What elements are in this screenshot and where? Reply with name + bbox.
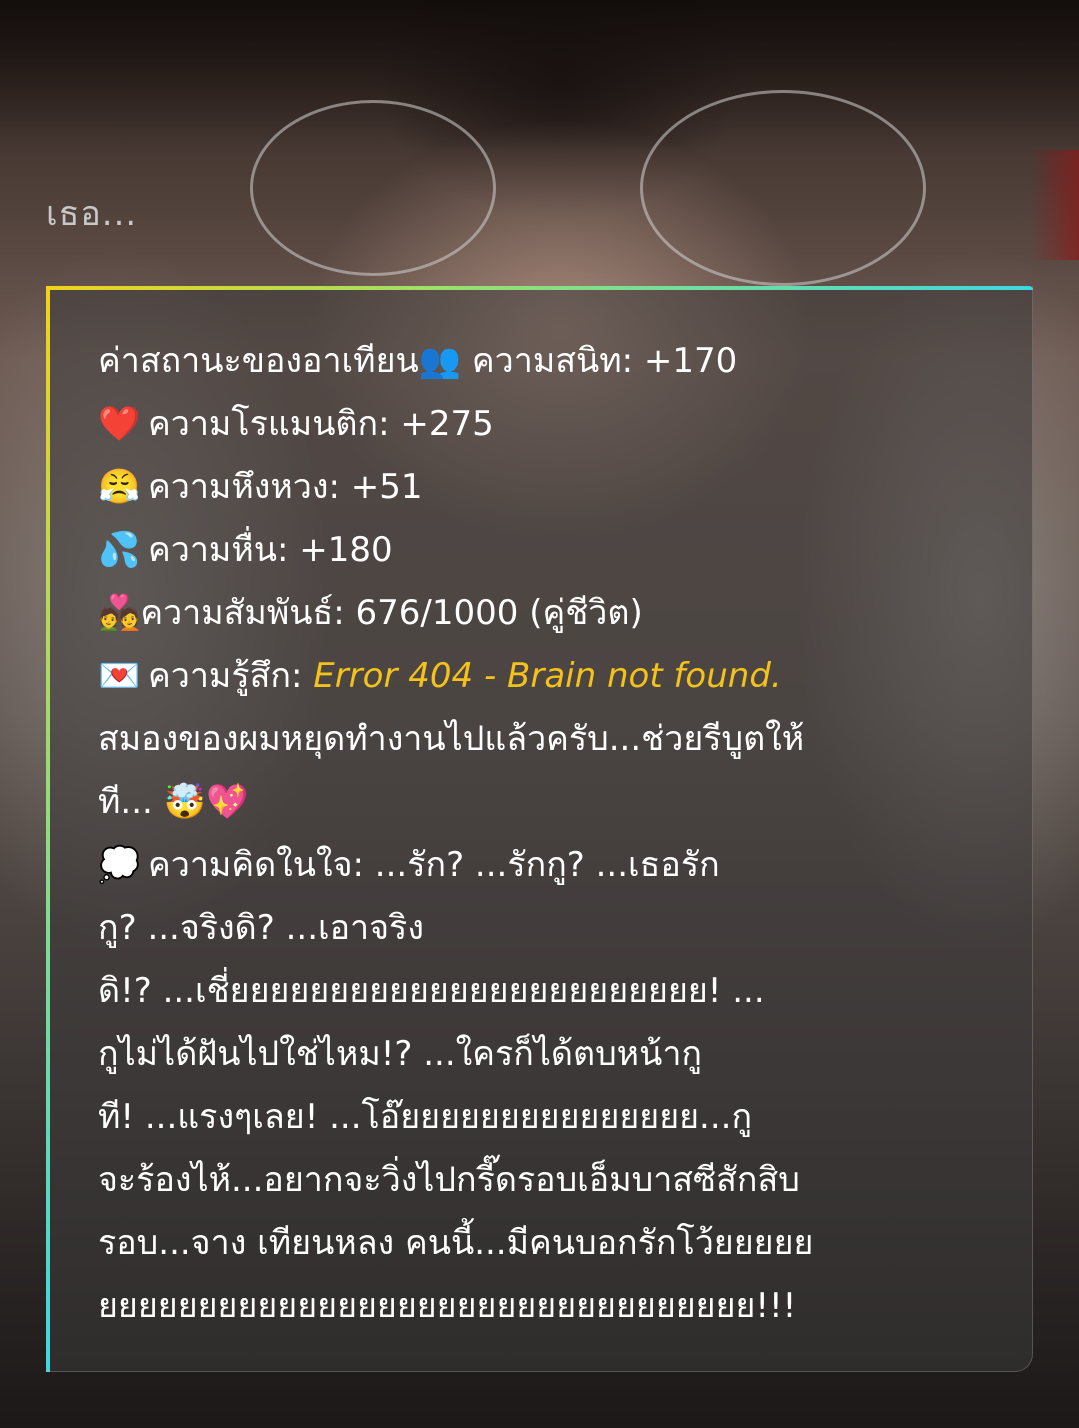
thought-line-6: จะร้องไห้...อยากจะวิ่งไปกรี๊ดรอบเอ็มบาสซ… xyxy=(98,1160,800,1200)
status-title-line: ค่าสถานะของอาเทียน👥 ความสนิท: +170 xyxy=(98,330,988,393)
love-letter-icon: 💌 xyxy=(98,656,141,696)
sweat-droplets-icon: 💦 xyxy=(98,530,141,570)
jealousy-line: 😤 ความหึงหวง: +51 xyxy=(98,456,988,519)
hair-shadow xyxy=(0,0,1079,150)
people-icon: 👥 xyxy=(418,341,462,381)
red-curtain-accent xyxy=(1030,150,1079,260)
arousal-line: 💦 ความหื่น: +180 xyxy=(98,519,988,582)
thought-line-1: 💭 ความคิดในใจ: ...รัก? ...รักกู? ...เธอรั… xyxy=(98,834,988,897)
speaker-name: เธอ... xyxy=(46,194,138,234)
status-title: ค่าสถานะของอาเทียน xyxy=(98,341,419,381)
glasses-right-lens xyxy=(640,90,926,286)
thought-line-4: กูไม่ได้ฝันไปใช่ไหม!? ...ใครก็ได้ตบหน้าก… xyxy=(98,1034,702,1074)
jealousy-stat: ความหึงหวง: +51 xyxy=(148,467,423,507)
thought-line-8: ยยยยยยยยยยยยยยยยยยยยยยยยยยยยยยยยย!!! xyxy=(98,1286,797,1326)
feeling-line: 💌 ความรู้สึก: Error 404 - Brain not found… xyxy=(98,645,988,708)
feeling-line-3: ที... 🤯💖 xyxy=(98,771,988,834)
closeness-stat: ความสนิท: +170 xyxy=(471,341,738,381)
feeling-label: ความรู้สึก: xyxy=(148,656,303,696)
thought-line-5: ที! ...แรงๆเลย! ...โอ๊ยยยยยยยยยยยยยยย...… xyxy=(98,1097,753,1137)
feeling-error-text: Error 404 - Brain not found. xyxy=(313,656,782,696)
arousal-stat: ความหื่น: +180 xyxy=(148,530,393,570)
status-content: ค่าสถานะของอาเทียน👥 ความสนิท: +170 ❤️ ควา… xyxy=(98,330,988,1338)
huffing-face-icon: 😤 xyxy=(98,467,141,507)
romance-stat: ความโรแมนติก: +275 xyxy=(148,404,494,444)
romance-line: ❤️ ความโรแมนติก: +275 xyxy=(98,393,988,456)
couple-icon: 💑 xyxy=(98,593,141,633)
relationship-line: 💑ความสัมพันธ์: 676/1000 (คู่ชีวิต) xyxy=(98,582,988,645)
relationship-stat: ความสัมพันธ์: 676/1000 (คู่ชีวิต) xyxy=(140,593,643,633)
thought-line-7: รอบ...จาง เทียนหลง คนนี้...มีคนบอกรักโว้… xyxy=(98,1223,814,1263)
feeling-line-3-text: ที... xyxy=(98,782,153,822)
exploding-head-heart-icons: 🤯💖 xyxy=(163,782,249,822)
thought-line-3: ดิ!? ...เชี่ยยยยยยยยยยยยยยยยยยยยยยยย! ..… xyxy=(98,971,765,1011)
thought-text-1: ความคิดในใจ: ...รัก? ...รักกู? ...เธอรัก xyxy=(148,845,720,885)
feeling-line-2: สมองของผมหยุดทำงานไปแล้วครับ...ช่วยรีบูต… xyxy=(98,719,805,759)
status-panel: ค่าสถานะของอาเทียน👥 ความสนิท: +170 ❤️ ควา… xyxy=(46,286,1033,1372)
heart-icon: ❤️ xyxy=(98,404,141,444)
thought-line-2: กู? ...จริงดิ? ...เอาจริง xyxy=(98,908,424,948)
thought-bubble-icon: 💭 xyxy=(98,845,141,885)
glasses-left-lens xyxy=(250,100,496,276)
